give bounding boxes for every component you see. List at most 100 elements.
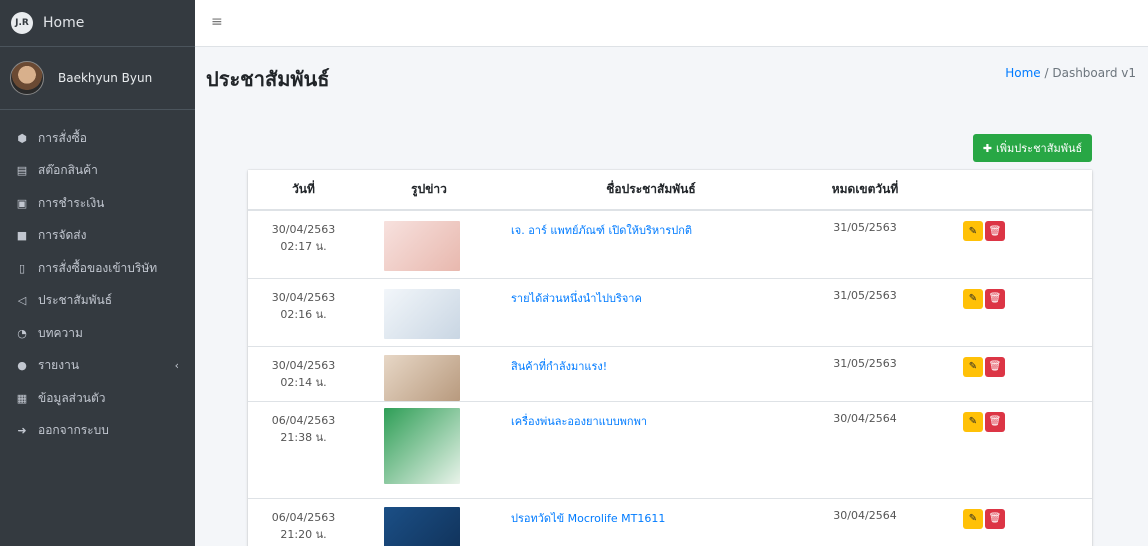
edit-icon: ✎: [968, 293, 978, 304]
top-navbar: ≡: [195, 0, 1148, 47]
image-cell: [359, 277, 499, 346]
edit-button[interactable]: ✎: [963, 288, 983, 309]
sidebar-item-label: การจัดส่ง: [38, 228, 87, 243]
image-cell: [359, 400, 499, 498]
brand-link[interactable]: J.R Home: [0, 0, 195, 47]
announcement-link[interactable]: ปรอทวัดไข้ Mocrolife MT1611: [511, 512, 665, 525]
image-cell: [359, 209, 499, 278]
truck-icon: ■: [16, 229, 28, 243]
delete-button[interactable]: 🗑: [985, 221, 1005, 241]
date-cell: 06/04/2563 21:20 น.: [248, 497, 359, 546]
edit-button[interactable]: ✎: [963, 411, 983, 432]
name-cell: เครื่องพ่นละอองยาแบบพกพา: [499, 400, 803, 498]
id-card-icon: ▦: [16, 391, 28, 405]
row-date: 30/04/2563: [271, 290, 336, 304]
sidebar-item-reports[interactable]: ● รายงาน ‹: [0, 350, 195, 383]
delete-button[interactable]: 🗑: [985, 411, 1005, 432]
announcement-link[interactable]: รายได้ส่วนหนึ่งนำไปบริจาค: [511, 292, 642, 305]
announcement-link[interactable]: สินค้าที่กำลังมาแรง!: [511, 360, 607, 373]
hamburger-menu-icon[interactable]: ≡: [211, 14, 223, 30]
table-row: 06/04/2563 21:38 น. เครื่องพ่นละอองยาแบบ…: [248, 400, 1092, 498]
edit-button[interactable]: ✎: [963, 508, 983, 529]
actions-cell: ✎ 🗑: [927, 277, 1092, 346]
money-bill-icon: ▣: [16, 196, 28, 210]
table-row: 30/04/2563 02:14 น. สินค้าที่กำลังมาแรง!…: [248, 345, 1092, 401]
name-cell: เจ. อาร์ แพทย์ภัณฑ์ เปิดให้บริหารปกติ: [499, 209, 803, 278]
cube-icon: ⬢: [17, 131, 27, 145]
row-time: 02:17 น.: [280, 240, 327, 253]
announcement-link[interactable]: เจ. อาร์ แพทย์ภัณฑ์ เปิดให้บริหารปกติ: [511, 224, 692, 237]
date-cell: 30/04/2563 02:17 น.: [248, 209, 359, 278]
edit-icon: ✎: [968, 513, 978, 524]
row-date: 30/04/2563: [271, 358, 336, 372]
row-time: 21:38 น.: [280, 430, 327, 444]
sidebar-item-stock[interactable]: ▤ สต๊อกสินค้า: [0, 155, 195, 188]
sidebar-item-label: การชำระเงิน: [38, 195, 105, 210]
plus-icon: ✚: [982, 141, 993, 155]
news-thumbnail[interactable]: [384, 354, 460, 401]
brand-title: Home: [43, 15, 85, 31]
header-date: วันที่: [248, 170, 359, 211]
sidebar-item-label: การสั่งซื้อของเข้าบริษัท: [38, 260, 158, 275]
row-date: 30/04/2563: [271, 223, 336, 236]
delete-button[interactable]: 🗑: [985, 356, 1005, 377]
sidebar-item-label: ข้อมูลส่วนตัว: [38, 390, 106, 405]
edit-button[interactable]: ✎: [963, 221, 983, 241]
sidebar-item-announcements[interactable]: ◁ ประชาสัมพันธ์: [0, 285, 195, 318]
avatar: [10, 61, 44, 95]
edit-icon: ✎: [968, 416, 978, 427]
edit-icon: ✎: [968, 361, 978, 372]
sidebar-item-purchase-orders[interactable]: ▯ การสั่งซื้อของเข้าบริษัท: [0, 252, 195, 285]
user-panel[interactable]: Baekhyun Byun: [0, 47, 195, 110]
trash-icon: 🗑: [988, 416, 1002, 427]
date-cell: 30/04/2563 02:14 น.: [248, 345, 359, 401]
add-button-label: เพิ่มประชาสัมพันธ์: [996, 142, 1083, 155]
sidebar-nav: ⬢ การสั่งซื้อ ▤ สต๊อกสินค้า ▣ การชำระเงิ…: [0, 110, 195, 447]
row-expire: 31/05/2563: [803, 277, 927, 346]
name-cell: สินค้าที่กำลังมาแรง!: [499, 345, 803, 401]
row-time: 21:20 น.: [280, 527, 327, 541]
page-title: ประชาสัมพันธ์: [206, 67, 330, 91]
sidebar-item-label: รายงาน: [38, 358, 80, 373]
trash-icon: 🗑: [988, 225, 1002, 237]
image-cell: [359, 497, 499, 546]
add-announcement-button[interactable]: ✚ เพิ่มประชาสัมพันธ์: [973, 134, 1092, 162]
sidebar-item-label: สต๊อกสินค้า: [38, 163, 98, 178]
breadcrumb-home-link[interactable]: Home: [1005, 66, 1040, 80]
news-thumbnail[interactable]: [384, 288, 460, 339]
row-date: 06/04/2563: [271, 510, 336, 524]
table-row: 30/04/2563 02:16 น. รายได้ส่วนหนึ่งนำไปบ…: [248, 277, 1092, 346]
edit-button[interactable]: ✎: [963, 356, 983, 377]
announcement-link[interactable]: เครื่องพ่นละอองยาแบบพกพา: [511, 415, 647, 428]
announcements-table: วันที่ รูปข่าว ชื่อประชาสัมพันธ์ หมดเขตว…: [248, 170, 1092, 546]
row-expire: 31/05/2563: [803, 345, 927, 401]
date-cell: 06/04/2563 21:38 น.: [248, 400, 359, 498]
sidebar-item-payment[interactable]: ▣ การชำระเงิน: [0, 187, 195, 220]
sidebar-item-label: การสั่งซื้อ: [38, 130, 87, 145]
breadcrumb-current: Dashboard v1: [1052, 66, 1136, 80]
table-header-row: วันที่ รูปข่าว ชื่อประชาสัมพันธ์ หมดเขตว…: [248, 170, 1092, 211]
news-thumbnail[interactable]: [384, 506, 460, 546]
sidebar-item-logout[interactable]: ➜ ออกจากระบบ: [0, 415, 195, 448]
news-thumbnail[interactable]: [384, 407, 460, 484]
sidebar-item-profile[interactable]: ▦ ข้อมูลส่วนตัว: [0, 382, 195, 415]
info-circle-icon: ●: [17, 359, 27, 373]
row-date: 06/04/2563: [271, 413, 336, 427]
news-thumbnail[interactable]: [384, 221, 460, 271]
name-cell: ปรอทวัดไข้ Mocrolife MT1611: [499, 497, 803, 546]
trash-icon: 🗑: [988, 293, 1002, 304]
date-cell: 30/04/2563 02:16 น.: [248, 277, 359, 346]
announcements-card: วันที่ รูปข่าว ชื่อประชาสัมพันธ์ หมดเขตว…: [248, 170, 1092, 546]
header-expire: หมดเขตวันที่: [803, 170, 927, 211]
delete-button[interactable]: 🗑: [985, 508, 1005, 529]
header-name: ชื่อประชาสัมพันธ์: [499, 170, 803, 211]
row-expire: 30/04/2564: [803, 400, 927, 498]
file-icon: ▯: [18, 261, 26, 275]
delete-button[interactable]: 🗑: [985, 288, 1005, 309]
row-time: 02:16 น.: [280, 307, 327, 321]
breadcrumb: Home / Dashboard v1: [1005, 66, 1136, 80]
trash-icon: 🗑: [988, 513, 1002, 524]
sidebar-item-orders[interactable]: ⬢ การสั่งซื้อ: [0, 122, 195, 155]
sidebar-item-shipping[interactable]: ■ การจัดส่ง: [0, 220, 195, 253]
sidebar-item-articles[interactable]: ◔ บทความ: [0, 317, 195, 350]
